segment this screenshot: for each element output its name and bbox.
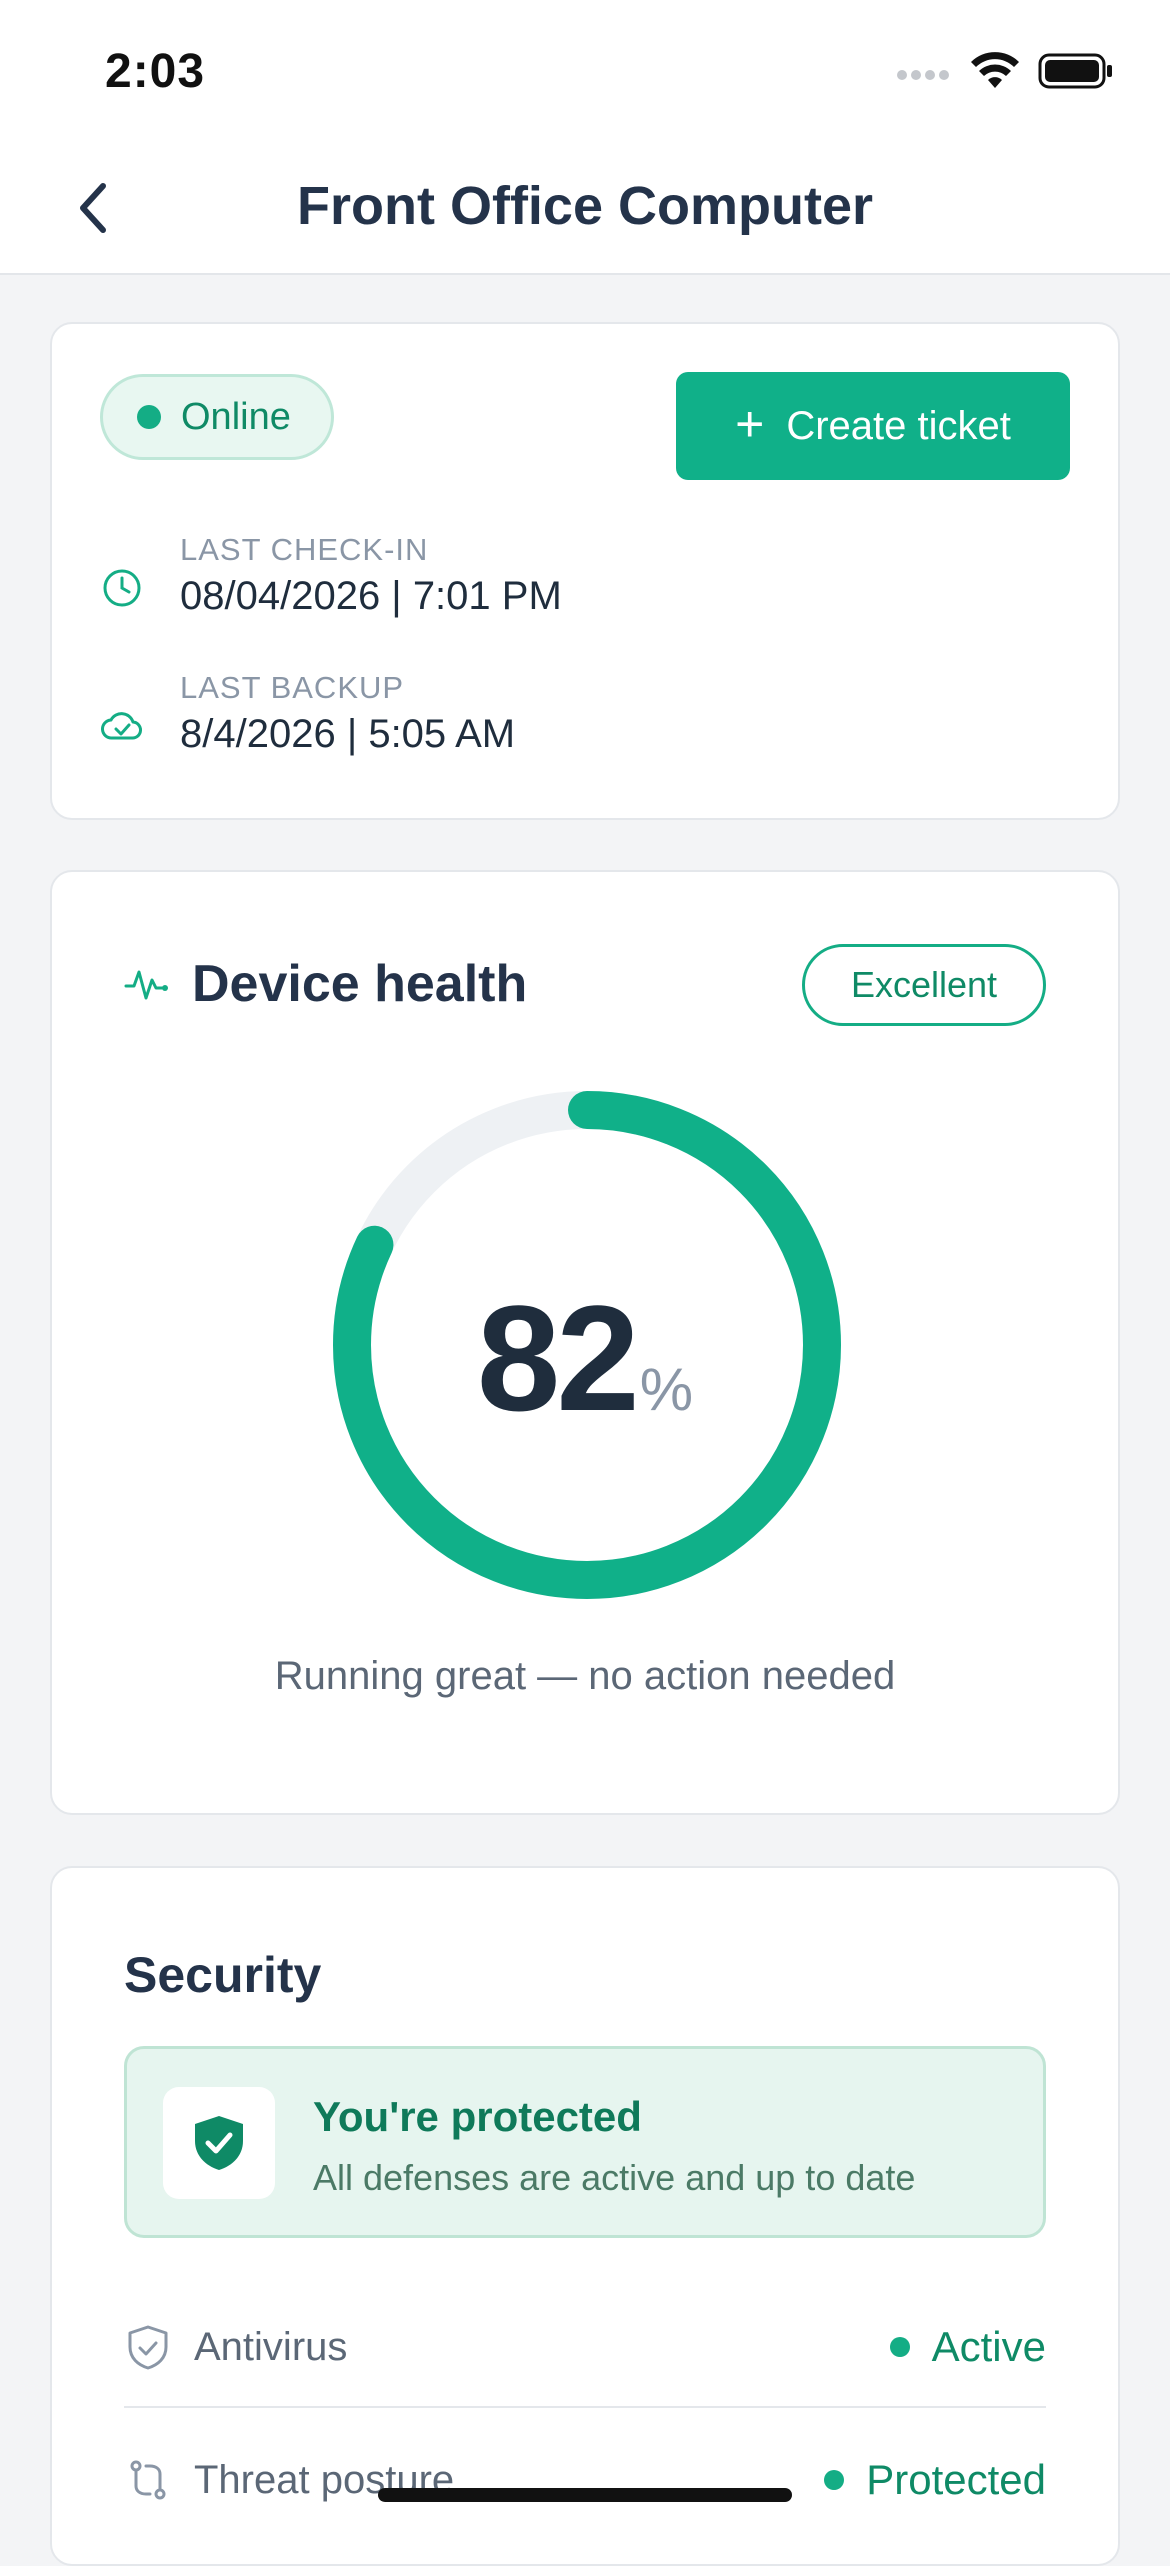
page-title: Front Office Computer	[297, 176, 873, 236]
security-row-status-text: Active	[931, 2323, 1046, 2370]
last-checkin-value: 08/04/2026 | 7:01 PM	[180, 574, 562, 618]
security-row-antivirus[interactable]: Antivirus Active	[124, 2288, 1046, 2408]
cloud-check-icon	[101, 712, 142, 740]
last-checkin-row: LAST CHECK-IN 08/04/2026 | 7:01 PM	[100, 532, 562, 619]
plus-icon: +	[735, 396, 765, 452]
security-row-threat-posture[interactable]: Threat posture Protected	[124, 2420, 1046, 2540]
security-row-status-text: Protected	[866, 2456, 1046, 2503]
git-compare-icon	[130, 2460, 166, 2500]
shield-check-icon	[195, 2116, 243, 2170]
security-card: Security You're protected All defenses a…	[50, 1866, 1120, 2566]
clock-icon	[103, 569, 141, 607]
protection-subtitle: All defenses are active and up to date	[313, 2157, 916, 2198]
health-score: 82%	[52, 1272, 1118, 1445]
last-backup-label: LAST BACKUP	[180, 670, 405, 705]
heartbeat-icon	[124, 970, 168, 1000]
device-health-header: Device health	[124, 954, 527, 1014]
protection-banner: You're protected All defenses are active…	[124, 2046, 1046, 2238]
cellular-signal-icon	[897, 70, 949, 80]
create-ticket-label: Create ticket	[786, 403, 1011, 448]
online-dot	[137, 405, 161, 429]
security-row-status: Protected	[824, 2456, 1046, 2504]
last-backup-row: LAST BACKUP 8/4/2026 | 5:05 AM	[100, 670, 515, 757]
health-score-unit: %	[639, 1356, 694, 1423]
nav-bar: Front Office Computer	[0, 145, 1170, 275]
security-row-status: Active	[889, 2323, 1046, 2371]
shield-outline-icon	[128, 2325, 168, 2370]
last-backup-value: 8/4/2026 | 5:05 AM	[180, 712, 516, 756]
health-rating-badge: Excellent	[802, 944, 1046, 1026]
status-dot	[824, 2470, 845, 2490]
status-badge: Online	[100, 374, 334, 460]
last-checkin-label: LAST CHECK-IN	[180, 532, 429, 567]
device-summary-card: Online + Create ticket LAST CHECK-IN 08/…	[50, 322, 1120, 820]
health-score-number: 82	[476, 1274, 640, 1442]
security-row-label: Antivirus	[194, 2324, 348, 2369]
status-badge-label: Online	[181, 395, 291, 438]
battery-icon	[1038, 53, 1112, 89]
status-icons	[896, 52, 1114, 90]
status-bar: 2:03	[0, 0, 1170, 145]
wifi-icon	[971, 52, 1019, 88]
status-time: 2:03	[105, 45, 206, 98]
protection-title: You're protected	[313, 2093, 642, 2140]
status-dot	[889, 2337, 910, 2357]
health-caption: Running great — no action needed	[274, 1654, 896, 1698]
create-ticket-button[interactable]: + Create ticket	[676, 372, 1070, 480]
security-title: Security	[124, 1947, 322, 2003]
shield-box	[163, 2087, 275, 2199]
home-indicator	[378, 2488, 792, 2502]
device-health-card: Device health Excellent 82% Running grea…	[50, 870, 1120, 1815]
device-health-title: Device health	[192, 955, 528, 1013]
